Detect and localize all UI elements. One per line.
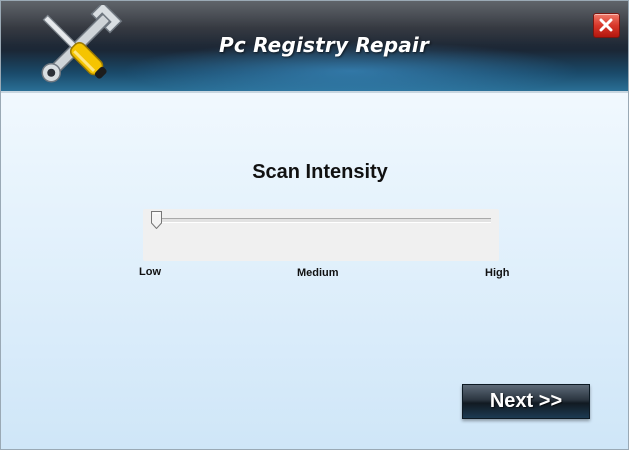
app-title: Pc Registry Repair	[219, 33, 430, 57]
slider-label-low: Low	[139, 266, 161, 278]
app-window: Pc Registry Repair Scan Intensity Low Me…	[0, 0, 629, 450]
scan-intensity-title: Scan Intensity	[252, 161, 388, 183]
next-button[interactable]: Next >>	[462, 384, 590, 419]
header-banner: Pc Registry Repair	[1, 1, 628, 93]
slider-label-medium: Medium	[297, 267, 339, 279]
close-button[interactable]	[593, 13, 620, 38]
slider-track[interactable]	[155, 218, 491, 223]
close-x-icon	[599, 18, 613, 32]
slider-label-high: High	[485, 267, 510, 279]
intensity-slider[interactable]	[143, 209, 499, 261]
wrench-screwdriver-icon	[41, 5, 123, 83]
slider-thumb[interactable]	[151, 211, 162, 229]
